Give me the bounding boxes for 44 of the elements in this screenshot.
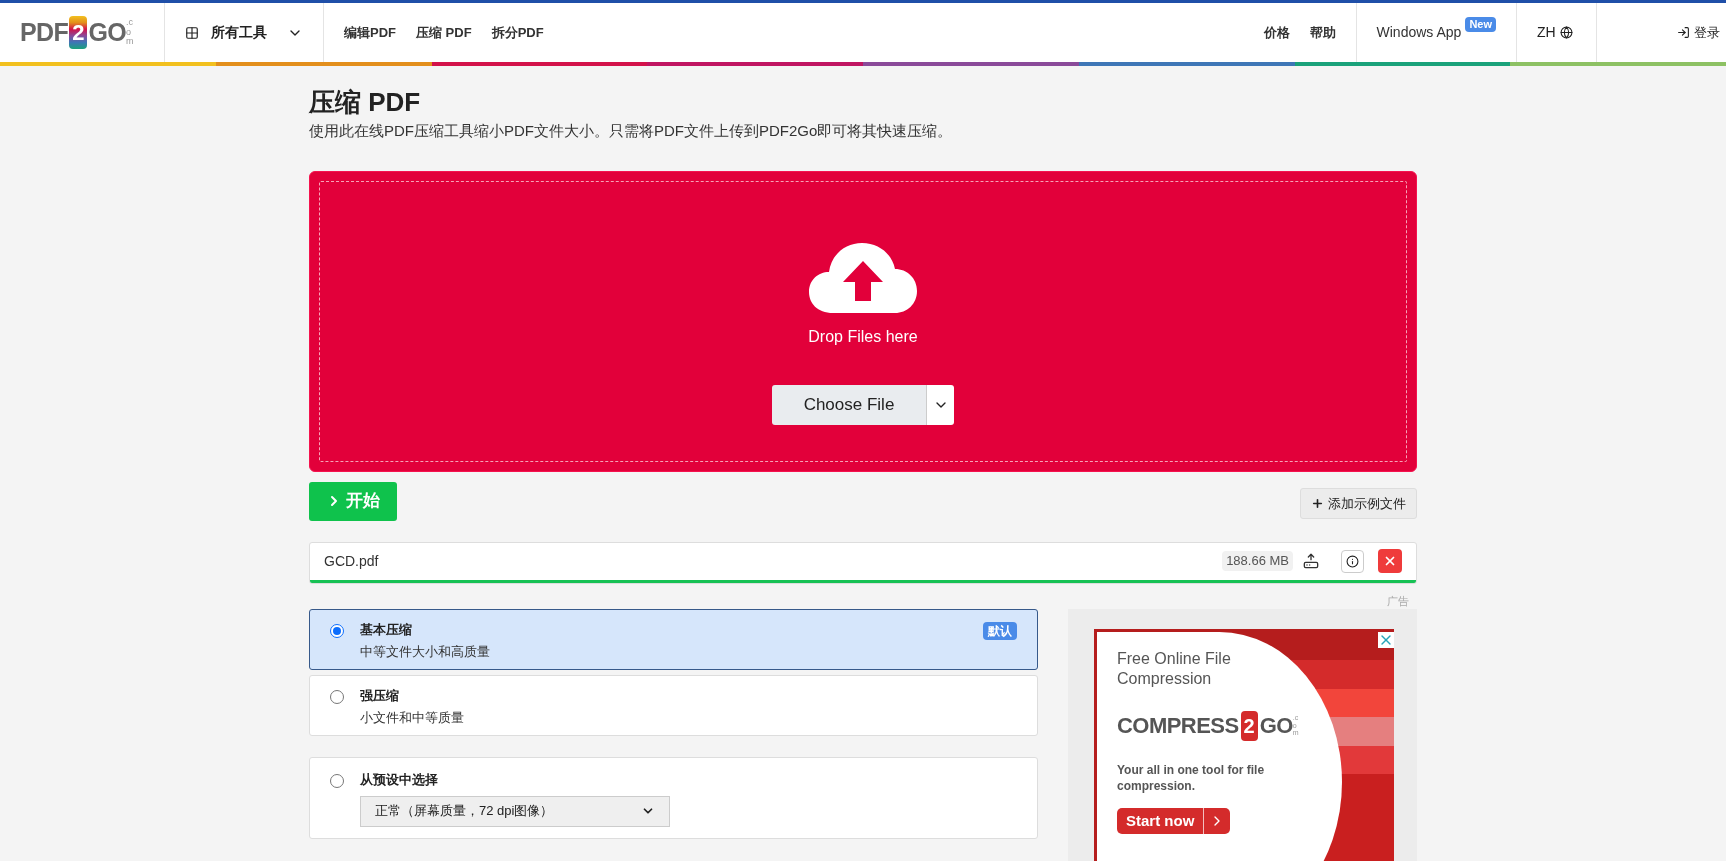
globe-icon <box>1559 26 1573 39</box>
new-badge: New <box>1465 17 1496 32</box>
nav-link[interactable]: 拆分PDF <box>491 22 544 43</box>
start-now-button[interactable]: Start now <box>1117 808 1231 834</box>
add-sample-file-button[interactable]: 添加示例文件 <box>1300 488 1417 519</box>
nav-link[interactable]: 编辑PDF <box>344 22 396 43</box>
upload-icon[interactable] <box>1303 553 1319 569</box>
default-badge: 默认 <box>983 622 1017 640</box>
option-title: 基本压缩 <box>360 621 413 639</box>
close-icon[interactable] <box>1378 632 1394 648</box>
close-icon <box>1383 554 1397 568</box>
option-description: 中等文件大小和高质量 <box>360 642 490 661</box>
grid-icon <box>185 25 199 40</box>
compression-option[interactable]: 基本压缩 中等文件大小和高质量 默认 <box>309 609 1038 670</box>
option-description: 小文件和中等质量 <box>360 708 464 727</box>
nav-link[interactable]: 价格 <box>1263 22 1290 43</box>
ad-tagline: Your all in one tool for file compression. <box>1117 762 1266 794</box>
drop-zone[interactable]: Drop Files here Choose File <box>309 170 1417 472</box>
dropdown-toggle[interactable] <box>926 384 955 425</box>
remove-file-button[interactable] <box>1378 549 1402 573</box>
info-button[interactable] <box>1341 549 1364 573</box>
nav-link[interactable]: 帮助 <box>1309 22 1336 43</box>
radio-button[interactable] <box>330 774 344 788</box>
choose-file-button[interactable]: Choose File <box>771 384 927 425</box>
login-icon <box>1677 26 1690 39</box>
windows-app-link[interactable]: Windows App <box>1376 22 1462 43</box>
compression-option[interactable]: 强压缩 小文件和中等质量 <box>309 675 1038 736</box>
page-subtitle: 使用此在线PDF压缩工具缩小PDF文件大小。只需将PDF文件上传到PDF2Go即可将其快速压缩。 <box>309 121 954 141</box>
option-title: 强压缩 <box>360 687 400 705</box>
drop-files-text: Drop Files here <box>808 326 918 347</box>
nav-link[interactable]: 压缩 PDF <box>416 22 472 43</box>
ad-label: 广告 <box>1387 593 1409 609</box>
option-title: 从预设中选择 <box>360 771 439 789</box>
compression-option[interactable]: 从预设中选择 正常（屏幕质量，72 dpi图像） <box>309 757 1038 839</box>
info-icon <box>1346 554 1359 568</box>
login-button[interactable]: 登录 <box>1677 3 1726 62</box>
file-size: 188.66 MB <box>1222 551 1293 571</box>
radio-button[interactable] <box>330 624 344 638</box>
file-name: GCD.pdf <box>324 551 379 571</box>
ad-headline: Free Online File Compression <box>1117 649 1232 689</box>
radio-button[interactable] <box>330 690 344 704</box>
preset-select[interactable]: 正常（屏幕质量，72 dpi图像） <box>360 795 670 827</box>
page-title: 压缩 PDF <box>309 86 422 118</box>
plus-icon <box>1311 497 1324 510</box>
